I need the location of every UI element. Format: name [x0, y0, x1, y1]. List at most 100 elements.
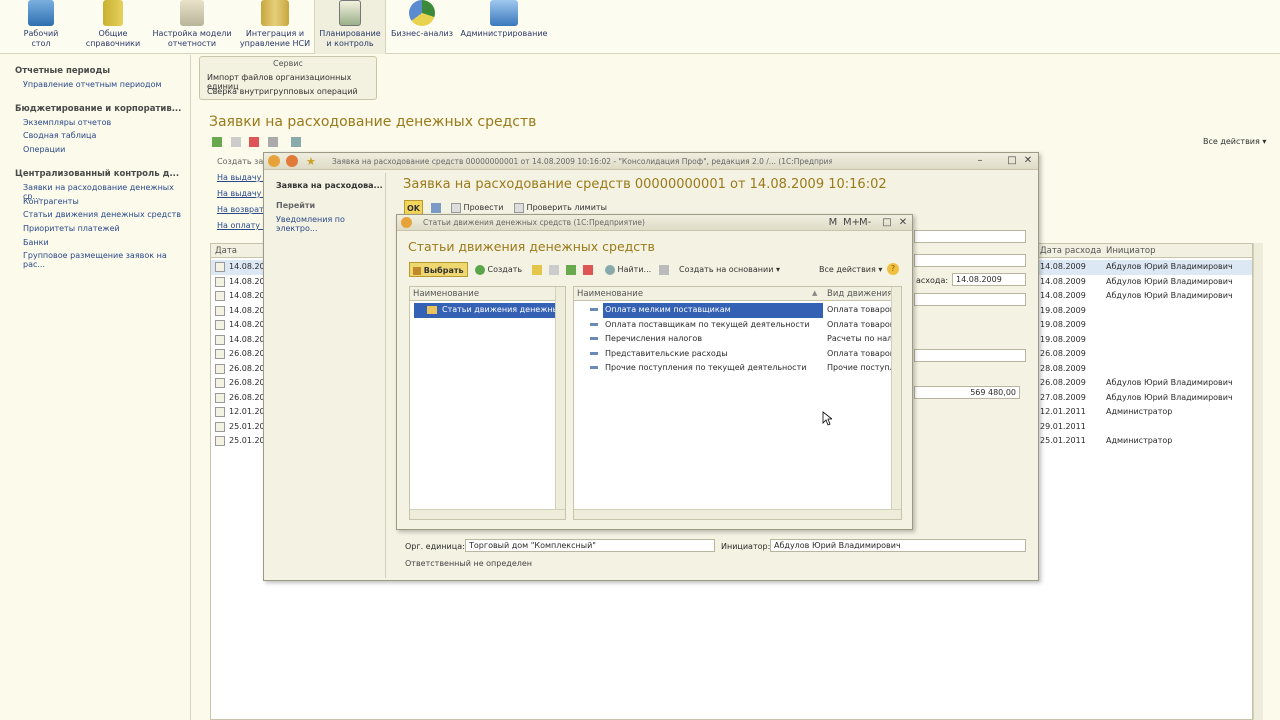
find-button[interactable]: Найти... — [605, 262, 651, 277]
all-actions-menu[interactable]: Все действия ▾ — [1203, 137, 1266, 146]
choose-button[interactable]: Выбрать — [409, 262, 468, 277]
cashflow-window-titlebar: Статьи движения денежных средств (1С:Пре… — [397, 215, 912, 231]
delete-icon[interactable] — [583, 265, 593, 275]
document-window-title: Заявка на расходование средств 000000000… — [332, 157, 832, 166]
document-icon — [215, 378, 225, 388]
cell-date-expense: 26.08.2009 — [1040, 349, 1086, 358]
minimize-icon[interactable]: – — [974, 155, 986, 167]
list-item[interactable]: Оплата поставщикам по текущей деятельнос… — [574, 318, 891, 333]
computer-icon — [490, 0, 518, 26]
cell-name: Оплата мелким поставщикам — [603, 303, 823, 318]
nav-notifications-link[interactable]: Уведомления по электро... — [276, 215, 385, 233]
nav-current-form[interactable]: Заявка на расходова... — [276, 181, 383, 190]
col-name[interactable]: Наименование — [577, 289, 643, 299]
service-panel: Сервис Импорт файлов организационных еди… — [199, 56, 377, 100]
edit-icon[interactable] — [566, 265, 576, 275]
document-icon — [215, 262, 225, 272]
delete-icon[interactable] — [249, 137, 260, 147]
tree-header[interactable]: Наименование — [410, 287, 555, 301]
section-common-refs[interactable]: Общие справочники — [84, 0, 142, 54]
org-unit-field[interactable]: Торговый дом "Комплексный" — [465, 539, 715, 552]
tree-horizontal-scrollbar[interactable] — [410, 509, 565, 519]
cashflow-items-window: Статьи движения денежных средств (1С:Пре… — [396, 214, 913, 530]
nav-item-operations[interactable]: Операции — [23, 145, 65, 154]
service-item-reconcile[interactable]: Сверка внутригрупповых операций — [207, 87, 358, 96]
close-icon[interactable]: ✕ — [897, 217, 909, 229]
section-label: Настройка модели отчетности — [152, 29, 232, 48]
groups-tree: Наименование Статьи движения денежнь — [409, 286, 566, 520]
list-item[interactable]: Прочие поступления по текущей деятельнос… — [574, 361, 891, 376]
cell-date-expense: 25.01.2011 — [1040, 436, 1086, 445]
maximize-icon[interactable]: □ — [1006, 155, 1018, 167]
section-label: Рабочий стол — [23, 29, 59, 48]
close-icon[interactable]: ✕ — [1022, 155, 1034, 167]
create-based-on-menu[interactable]: Создать на основании ▾ — [679, 262, 780, 277]
copy-icon[interactable] — [549, 265, 559, 275]
save-icon[interactable] — [431, 203, 441, 213]
maximize-icon[interactable]: □ — [881, 217, 893, 229]
responsible-status: Ответственный не определен — [405, 559, 533, 568]
list-horizontal-scrollbar[interactable] — [574, 509, 901, 519]
memory-plus-button[interactable]: M+ — [843, 217, 860, 229]
nav-item-group-placement[interactable]: Групповое размещение заявок на рас... — [23, 251, 190, 269]
main-vertical-scrollbar[interactable] — [1253, 243, 1263, 720]
all-actions-menu[interactable]: Все действия ▾ — [819, 262, 882, 277]
check-limits-button[interactable]: Проверить лимиты — [514, 200, 607, 215]
memory-m-button[interactable]: M — [827, 217, 839, 229]
ok-button[interactable]: OK — [404, 200, 423, 215]
nav-item-payment-priorities[interactable]: Приоритеты платежей — [23, 224, 120, 233]
edit-icon[interactable] — [212, 137, 222, 147]
link-icon[interactable] — [268, 137, 279, 147]
initiator-field[interactable]: Абдулов Юрий Владимирович — [770, 539, 1026, 552]
date-expense-field[interactable]: 14.08.2009 — [952, 273, 1026, 286]
section-report-model[interactable]: Настройка модели отчетности — [152, 0, 232, 54]
document-icon — [215, 276, 225, 287]
col-initiator[interactable]: Инициатор — [1106, 246, 1156, 256]
section-integration[interactable]: Интеграция и управление НСИ — [238, 0, 312, 54]
col-kind[interactable]: Вид движения д — [827, 289, 901, 299]
right-field-2[interactable] — [914, 254, 1026, 267]
new-folder-icon[interactable] — [532, 265, 542, 275]
copy-icon[interactable] — [230, 137, 241, 147]
create-button[interactable]: Создать — [475, 262, 522, 277]
section-business-analysis[interactable]: Бизнес-анализ — [390, 0, 454, 54]
document-icon — [215, 320, 225, 330]
list-item[interactable]: Представительские расходы Оплата товаров — [574, 347, 891, 362]
list-item[interactable]: Оплата мелким поставщикам Оплата товаров — [574, 303, 891, 318]
cell-date-expense: 26.08.2009 — [1040, 378, 1086, 387]
amount-field[interactable]: 569 480,00 — [914, 386, 1020, 399]
cell-kind: Прочие поступл — [827, 363, 891, 372]
right-field-1[interactable] — [914, 230, 1026, 243]
right-field-4[interactable] — [914, 349, 1026, 362]
cancel-search-icon[interactable] — [659, 265, 669, 275]
nav-item-banks[interactable]: Банки — [23, 238, 49, 247]
list-item[interactable]: Перечисления налогов Расчеты по нал — [574, 332, 891, 347]
post-button[interactable]: Провести — [451, 200, 503, 215]
nav-item-pivot-table[interactable]: Сводная таблица — [23, 131, 96, 140]
help-icon[interactable]: ? — [887, 263, 899, 275]
search-icon[interactable] — [290, 137, 301, 147]
section-label: Бизнес-анализ — [391, 29, 453, 38]
nav-item-report-instances[interactable]: Экземпляры отчетов — [23, 118, 111, 127]
right-field-3[interactable] — [914, 293, 1026, 306]
section-desktop[interactable]: Рабочий стол — [16, 0, 66, 54]
nav-item-period-management[interactable]: Управление отчетным периодом — [23, 80, 162, 89]
create-link-return[interactable]: На возврат — [217, 205, 264, 214]
tree-vertical-scrollbar[interactable] — [555, 287, 565, 509]
list-vertical-scrollbar[interactable] — [891, 287, 901, 509]
nav-item-counterparties[interactable]: Контрагенты — [23, 197, 79, 206]
document-icon — [215, 363, 225, 374]
section-administration[interactable]: Администрирование — [460, 0, 548, 54]
col-date[interactable]: Дата — [215, 246, 237, 256]
create-link-issue[interactable]: На выдачу д — [217, 173, 269, 182]
menu-icon[interactable] — [286, 155, 298, 167]
nav-item-cashflow-items[interactable]: Статьи движения денежных средств — [23, 210, 181, 219]
sort-icon[interactable]: ▲ — [812, 289, 817, 297]
memory-minus-button[interactable]: M- — [859, 217, 871, 229]
section-planning[interactable]: Планирование и контроль — [314, 0, 386, 54]
initiator-label: Инициатор: — [721, 542, 771, 551]
create-link-payment[interactable]: На оплату п — [217, 221, 268, 230]
favorite-icon[interactable]: ★ — [306, 155, 316, 168]
col-date-expense[interactable]: Дата расхода — [1040, 246, 1101, 256]
cell-kind: Расчеты по нал — [827, 334, 891, 343]
